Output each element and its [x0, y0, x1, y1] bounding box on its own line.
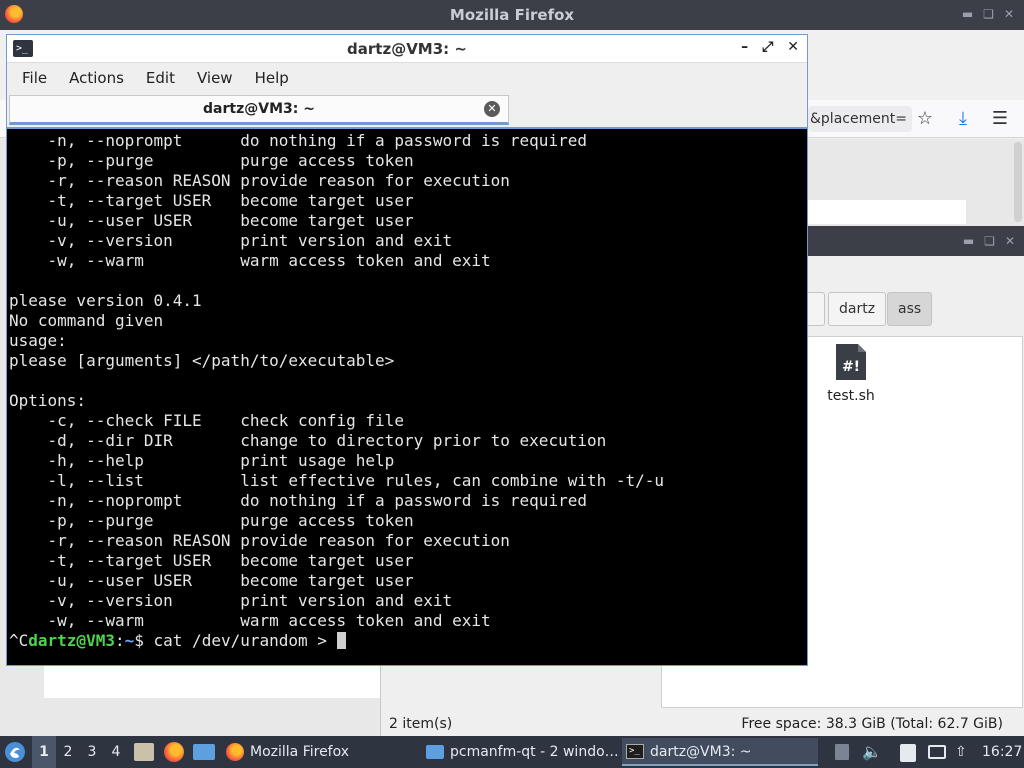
menu-view[interactable]: View [186, 63, 244, 93]
menu-edit[interactable]: Edit [135, 63, 186, 93]
terminal-line: -v, --version print version and exit [9, 591, 453, 610]
terminal-window: >_ dartz@VM3: ~ – ⤢ ✕ File Actions Edit … [6, 34, 808, 666]
hamburger-menu-icon[interactable]: ☰ [988, 108, 1012, 130]
workspace-3[interactable]: 3 [80, 736, 104, 768]
menu-actions[interactable]: Actions [58, 63, 135, 93]
minimize-icon[interactable]: ▬ [963, 234, 974, 248]
page-block [808, 200, 966, 224]
task-firefox[interactable]: Mozilla Firefox [222, 738, 418, 766]
terminal-prompt-line[interactable]: ^Cdartz@VM3:~$ cat /dev/urandom > [9, 631, 664, 651]
typed-command[interactable]: cat /dev/urandom > [144, 631, 337, 650]
close-icon[interactable]: ✕ [1004, 7, 1014, 21]
tab-close-icon[interactable]: ✕ [484, 101, 500, 117]
terminal-line: -l, --list list effective rules, can com… [9, 471, 665, 490]
prompt-user-host: dartz@VM3 [28, 631, 115, 650]
terminal-output[interactable]: -n, --noprompt do nothing if a password … [7, 127, 807, 665]
tray-clipboard-icon[interactable] [835, 744, 849, 760]
maximize-icon[interactable]: ❏ [984, 234, 995, 248]
clock[interactable]: 16:27 [982, 736, 1022, 768]
terminal-line: -p, --purge purge access token [9, 151, 414, 170]
url-bar[interactable]: &placement= [808, 106, 912, 132]
close-icon[interactable]: ✕ [1005, 234, 1015, 248]
terminal-window-title: dartz@VM3: ~ [347, 40, 467, 58]
terminal-line: No command given [9, 311, 164, 330]
close-icon[interactable]: ✕ [787, 39, 799, 55]
terminal-line: -w, --warm warm access token and exit [9, 251, 491, 270]
terminal-line: -u, --user USER become target user [9, 211, 414, 230]
folder-icon [426, 745, 444, 759]
terminal-line: -n, --noprompt do nothing if a password … [9, 131, 587, 150]
maximize-icon[interactable]: ⤢ [762, 39, 773, 55]
terminal-line: -w, --warm warm access token and exit [9, 611, 491, 630]
menu-help[interactable]: Help [244, 63, 300, 93]
task-label: dartz@VM3: ~ [650, 744, 752, 760]
task-label: Mozilla Firefox [250, 744, 350, 760]
minimize-icon[interactable]: – [741, 39, 748, 55]
terminal-line: -h, --help print usage help [9, 451, 395, 470]
file-icon-glyph: #! [842, 359, 860, 375]
network-icon[interactable] [928, 745, 946, 759]
interrupt-marker: ^C [9, 631, 29, 650]
terminal-line: -d, --dir DIR change to directory prior … [9, 431, 607, 450]
prompt-path: ~ [124, 631, 135, 650]
workspace-4[interactable]: 4 [104, 736, 128, 768]
terminal-icon: >_ [626, 744, 644, 759]
firefox-window-title: Mozilla Firefox [449, 6, 575, 24]
tab-label: dartz@VM3: ~ [203, 101, 315, 117]
prompt-symbol: $ [134, 631, 144, 650]
bookmark-star-icon[interactable]: ☆ [913, 108, 937, 130]
terminal-line: -u, --user USER become target user [9, 571, 414, 590]
volume-icon[interactable]: 🔈 [862, 736, 882, 768]
free-space: Free space: 38.3 GiB (Total: 62.7 GiB) [741, 716, 1003, 732]
minimize-icon[interactable]: ▬ [962, 7, 973, 21]
terminal-titlebar[interactable]: >_ dartz@VM3: ~ – ⤢ ✕ [7, 35, 807, 63]
terminal-line: Options: [9, 391, 87, 410]
terminal-line: -v, --version print version and exit [9, 231, 453, 250]
start-menu-icon[interactable] [4, 741, 26, 763]
terminal-line: -t, --target USER become target user [9, 551, 414, 570]
update-notifier-icon[interactable]: ⇧ [955, 736, 967, 768]
terminal-line: usage: [9, 331, 67, 350]
menu-bar: File Actions Edit View Help [7, 63, 807, 93]
breadcrumb-item-current[interactable]: ass [887, 292, 933, 326]
tab-bar: dartz@VM3: ~ ✕ [7, 93, 807, 127]
firefox-launcher-icon[interactable] [164, 742, 184, 762]
terminal-line: -t, --target USER become target user [9, 191, 414, 210]
maximize-icon[interactable]: ❏ [983, 7, 994, 21]
task-label: pcmanfm-qt - 2 windo… [450, 744, 618, 760]
scrollbar[interactable] [1014, 142, 1022, 222]
breadcrumb-item-dartz[interactable]: dartz [828, 292, 887, 326]
terminal-line: -r, --reason REASON provide reason for e… [9, 531, 510, 550]
firefox-icon [226, 743, 244, 761]
terminal-line: -p, --purge purge access token [9, 511, 414, 530]
prompt-separator: : [114, 631, 125, 650]
terminal-line: -r, --reason REASON provide reason for e… [9, 171, 510, 190]
terminal-tab[interactable]: dartz@VM3: ~ ✕ [9, 95, 509, 125]
clipboard-manager-icon[interactable] [900, 744, 916, 762]
terminal-line: please version 0.4.1 [9, 291, 202, 310]
file-name-label[interactable]: test.sh [811, 388, 891, 404]
firefox-titlebar[interactable]: Mozilla Firefox ▬ ❏ ✕ [0, 0, 1024, 30]
download-icon[interactable]: ⤓ [951, 108, 975, 130]
item-count: 2 item(s) [389, 716, 453, 732]
taskbar: 1 2 3 4 Mozilla Firefox pcmanfm-qt - 2 w… [0, 736, 1024, 768]
terminal-line: -n, --noprompt do nothing if a password … [9, 491, 587, 510]
workspace-2[interactable]: 2 [56, 736, 80, 768]
page-block [44, 664, 380, 698]
menu-file[interactable]: File [11, 63, 58, 93]
file-manager-launcher-icon[interactable] [134, 743, 154, 761]
status-bar: 2 item(s) Free space: 38.3 GiB (Total: 6… [381, 712, 1024, 736]
workspace-1[interactable]: 1 [32, 736, 56, 768]
text-cursor [336, 632, 346, 649]
terminal-line: please [arguments] </path/to/executable> [9, 351, 395, 370]
script-file-icon[interactable]: #! [834, 342, 868, 382]
terminal-line: -c, --check FILE check config file [9, 411, 404, 430]
task-file-manager[interactable]: pcmanfm-qt - 2 windo… [422, 738, 618, 766]
show-desktop-icon[interactable] [193, 744, 215, 760]
task-terminal[interactable]: >_ dartz@VM3: ~ [622, 738, 818, 766]
